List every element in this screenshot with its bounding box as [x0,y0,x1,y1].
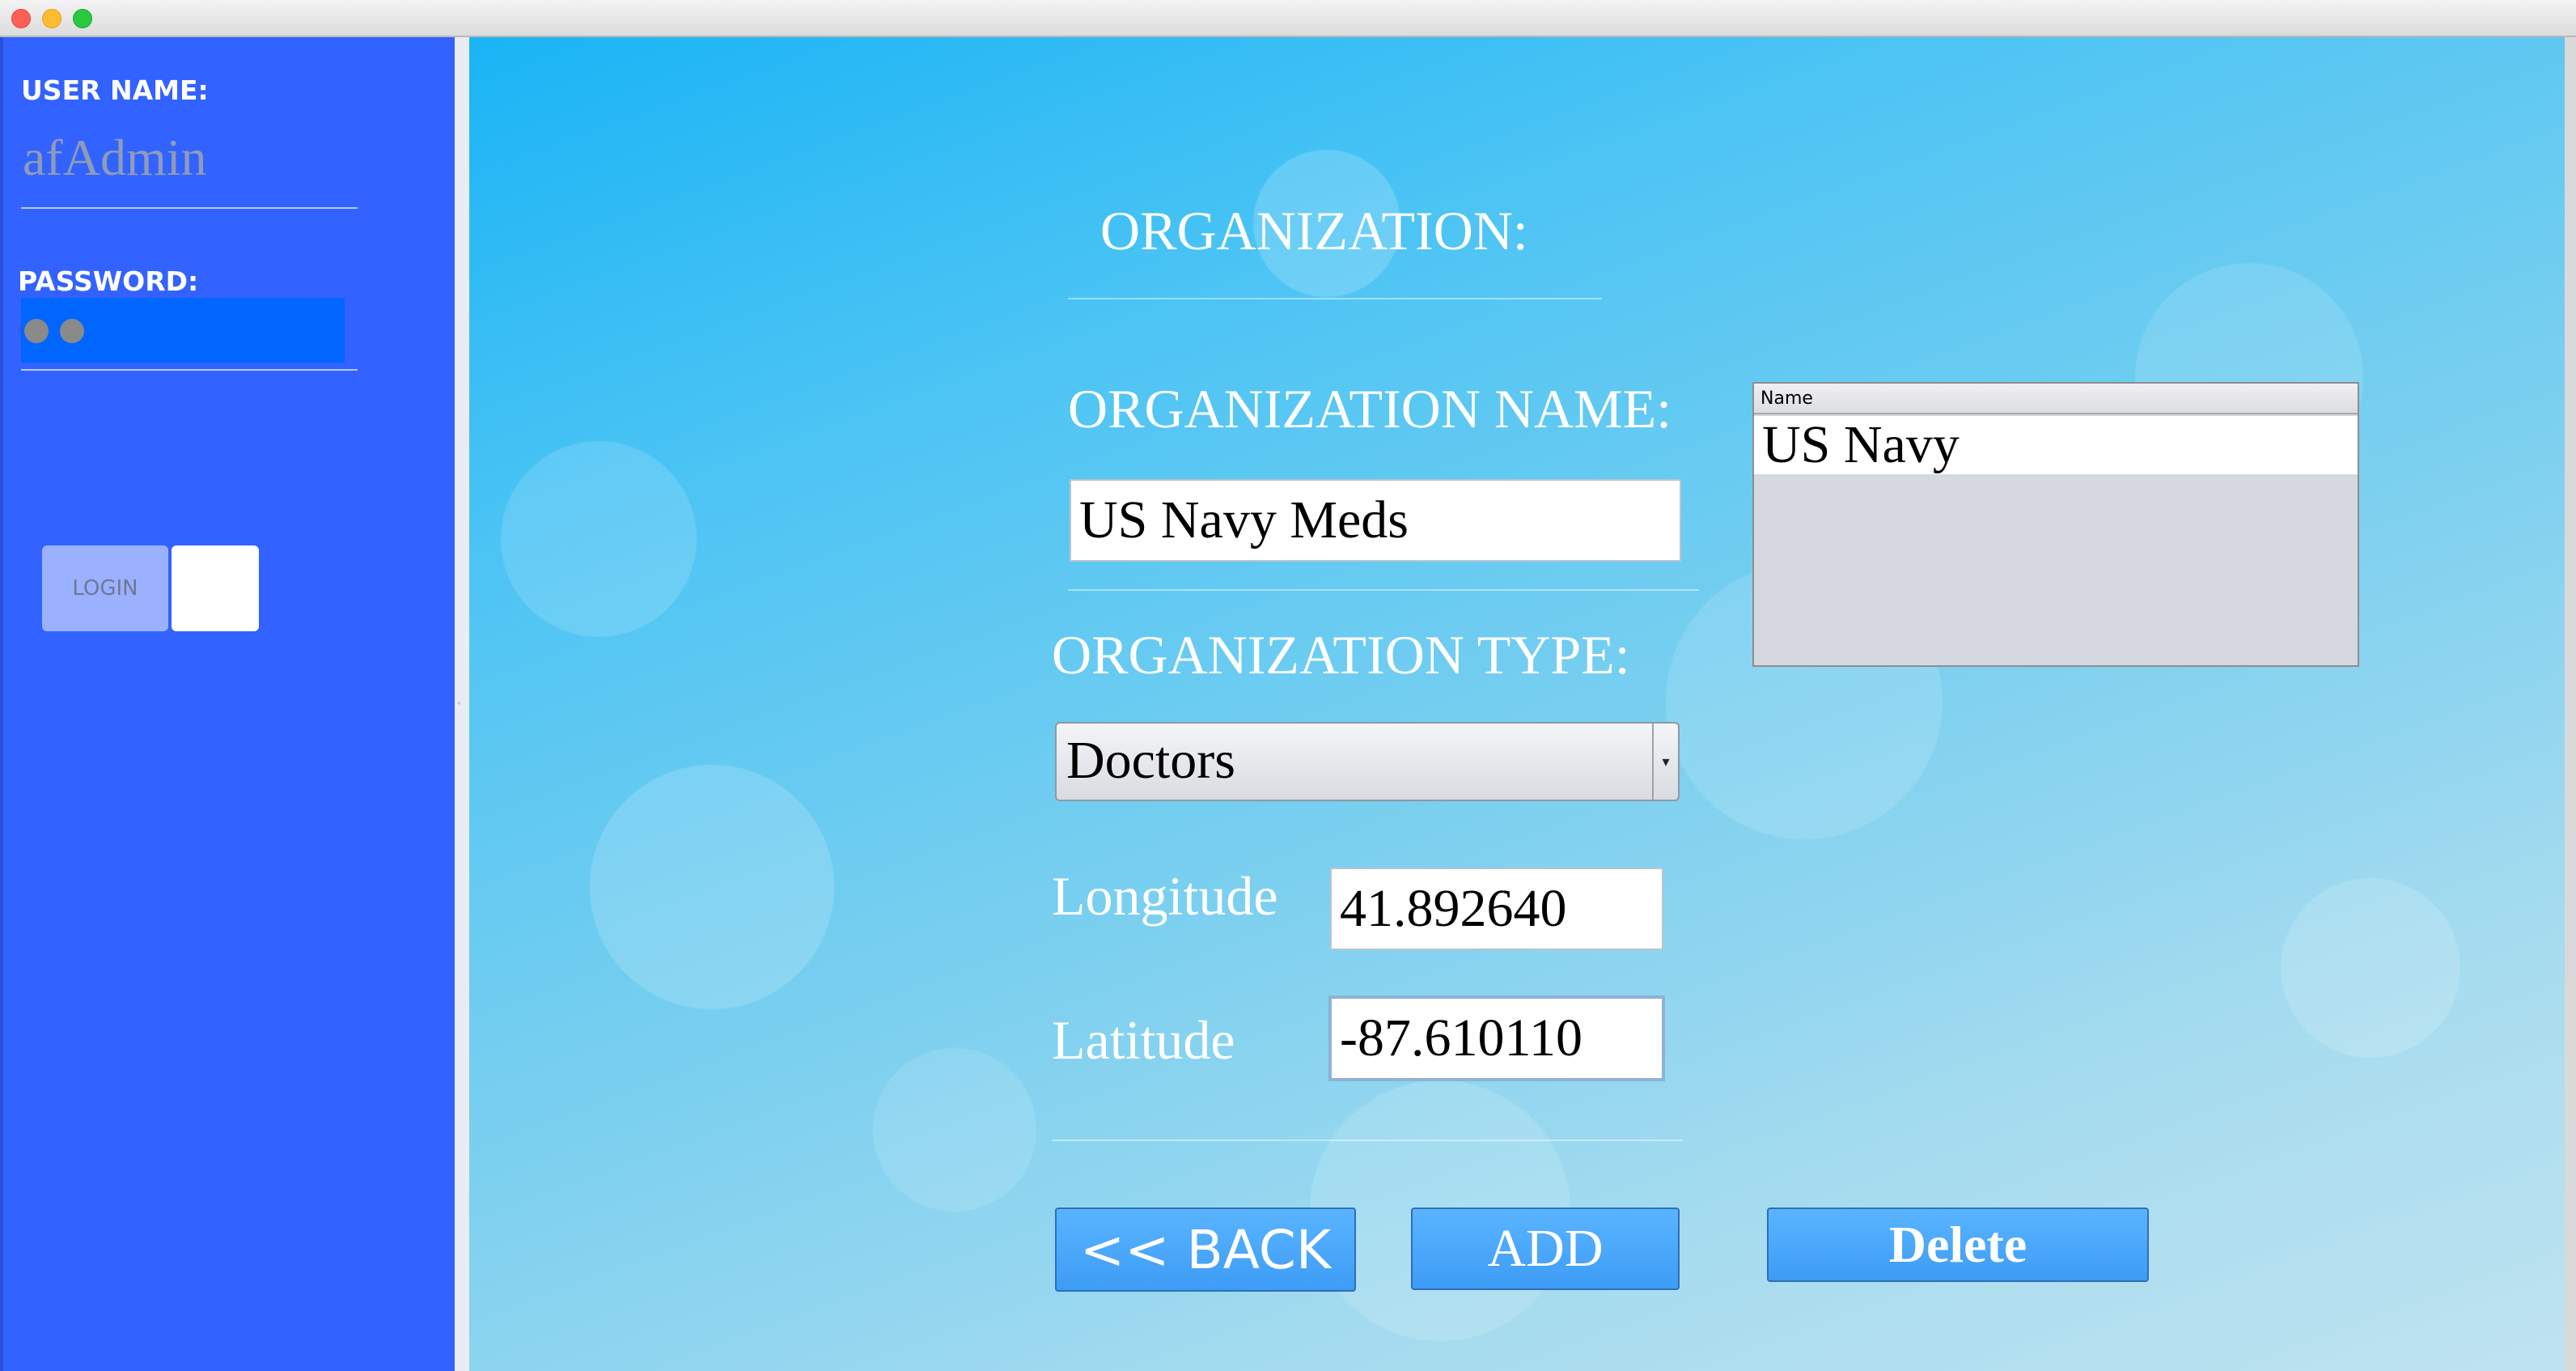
close-window-icon[interactable] [11,9,31,28]
maximize-window-icon[interactable] [73,9,92,28]
password-mask-dot [24,319,49,343]
delete-button[interactable]: Delete [1767,1208,2149,1282]
organization-table[interactable]: Name US Navy [1752,382,2359,667]
window-right-edge [2565,37,2576,1371]
blank-button[interactable] [172,545,259,631]
login-button[interactable]: LOGIN [42,545,168,631]
username-label: USER NAME: [21,74,209,106]
org-name-input[interactable]: US Navy Meds [1070,479,1681,562]
password-mask-dot [60,319,84,343]
org-type-label: ORGANIZATION TYPE: [1052,624,1630,686]
split-grip-icon[interactable]: ◦ [457,696,465,711]
latitude-label: Latitude [1052,1009,1235,1071]
name-divider [1068,589,1699,591]
password-label: PASSWORD: [18,265,199,297]
back-button[interactable]: << BACK [1055,1208,1356,1292]
username-field[interactable]: afAdmin [23,128,207,188]
form-title: ORGANIZATION: [1100,200,1528,261]
org-type-selected: Doctors [1066,731,1235,790]
org-type-dropdown[interactable]: Doctors ▾ [1055,722,1680,801]
title-divider [1068,298,1602,299]
table-header-name[interactable]: Name [1754,384,2358,414]
latitude-input[interactable]: -87.610110 [1328,995,1665,1081]
username-underline [21,207,358,209]
add-button[interactable]: ADD [1411,1208,1680,1290]
bottom-divider [1052,1140,1683,1141]
longitude-label: Longitude [1052,865,1278,927]
org-name-label: ORGANIZATION NAME: [1068,378,1672,439]
table-row[interactable]: US Navy [1754,415,2358,474]
longitude-input[interactable]: 41.892640 [1330,868,1663,950]
login-panel: USER NAME: afAdmin PASSWORD: LOGIN [0,37,458,1371]
password-underline [21,369,358,371]
window-title-bar [0,0,2576,37]
dropdown-arrow-icon[interactable]: ▾ [1652,724,1678,800]
minimize-window-icon[interactable] [42,9,61,28]
